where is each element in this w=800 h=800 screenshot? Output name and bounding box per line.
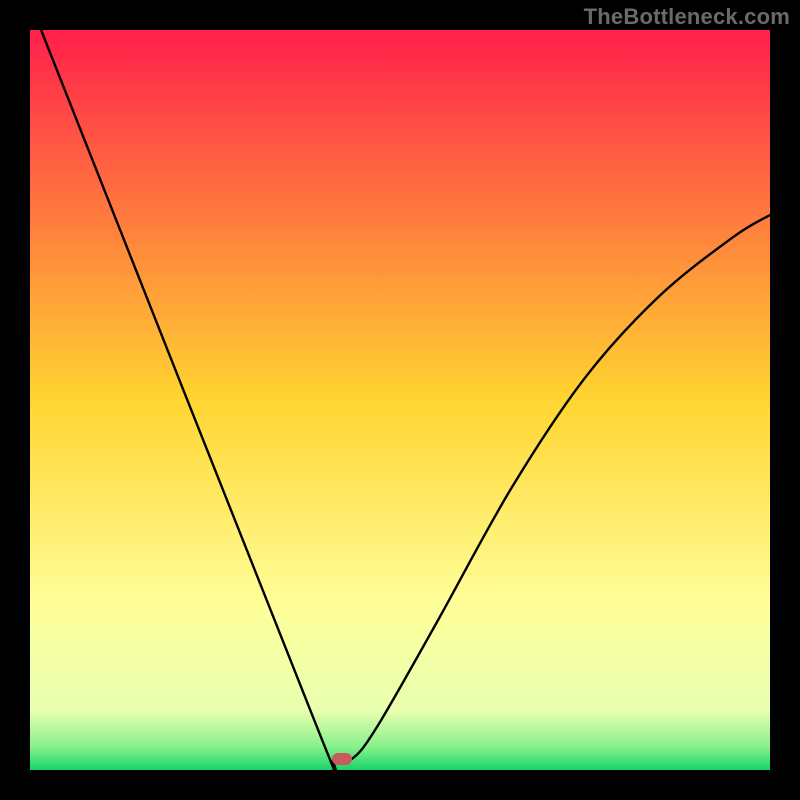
- chart-frame: TheBottleneck.com: [0, 0, 800, 800]
- bottleneck-curve: [30, 30, 770, 770]
- plot-area: [30, 30, 770, 770]
- optimal-point-marker: [332, 753, 352, 765]
- watermark-text: TheBottleneck.com: [584, 4, 790, 30]
